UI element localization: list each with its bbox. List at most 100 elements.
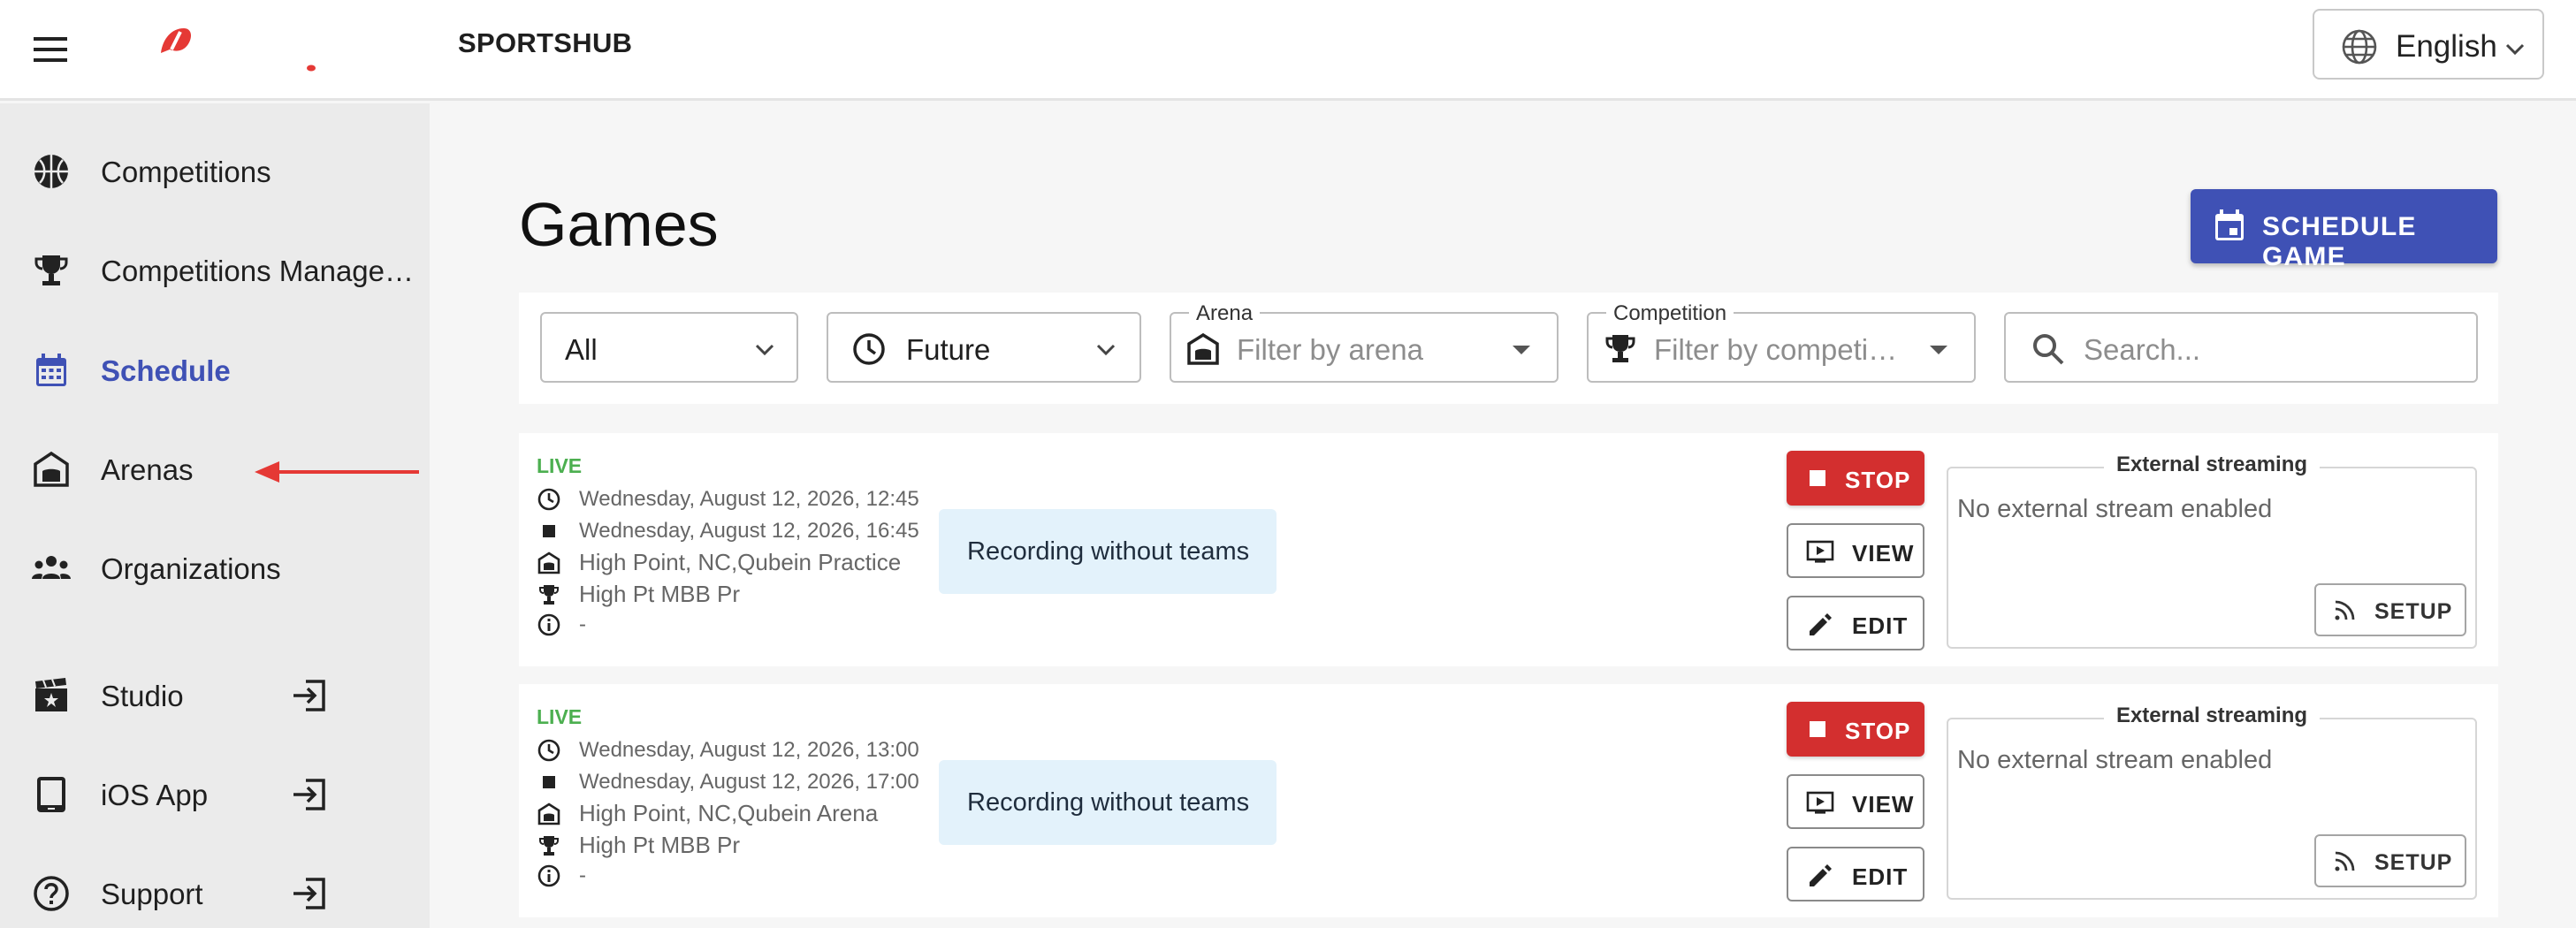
game-card: LIVE Wednesday, August 12, 2026, 13:00 W… bbox=[519, 684, 2498, 917]
view-button[interactable]: VIEW bbox=[1787, 774, 1924, 829]
language-selector[interactable]: English bbox=[2313, 9, 2544, 80]
pencil-icon bbox=[1806, 612, 1834, 636]
recording-label: Recording without teams bbox=[967, 537, 1250, 566]
start-time: Wednesday, August 12, 2026, 12:45 bbox=[579, 487, 919, 511]
live-status: LIVE bbox=[537, 705, 583, 728]
setup-button[interactable]: SETUP bbox=[2314, 583, 2466, 636]
start-time: Wednesday, August 12, 2026, 13:00 bbox=[579, 738, 919, 762]
arena-icon bbox=[537, 551, 561, 575]
competition-name: High Pt MBB Pr bbox=[579, 581, 741, 607]
sidebar-item-ios-app[interactable]: iOS App bbox=[0, 749, 430, 837]
arena-icon bbox=[1185, 331, 1221, 367]
stop-button[interactable]: STOP bbox=[1787, 451, 1924, 506]
sidebar-item-label: Studio bbox=[101, 680, 184, 712]
competition-filter-placeholder: Filter by competition bbox=[1654, 333, 1902, 366]
clock-icon bbox=[537, 487, 561, 512]
recording-chip: Recording without teams bbox=[939, 509, 1277, 594]
sidebar-item-organizations[interactable]: Organizations bbox=[0, 522, 430, 611]
sidebar-item-label: Arenas bbox=[101, 453, 194, 486]
info-text: - bbox=[579, 863, 586, 887]
schedule-game-label: SCHEDULE GAME bbox=[2262, 212, 2417, 271]
search-input[interactable]: Search... bbox=[2004, 312, 2478, 383]
stop-button[interactable]: STOP bbox=[1787, 702, 1924, 757]
edit-button[interactable]: EDIT bbox=[1787, 596, 1924, 650]
clock-icon bbox=[851, 331, 887, 367]
trophy-icon bbox=[537, 582, 561, 607]
sidebar-item-label: Schedule bbox=[101, 354, 231, 387]
type-filter-select[interactable]: All bbox=[540, 312, 798, 383]
trophy-icon bbox=[32, 251, 71, 290]
globe-icon bbox=[2341, 28, 2378, 65]
view-label: VIEW bbox=[1852, 540, 1915, 567]
stop-square-icon bbox=[537, 519, 561, 544]
menu-icon[interactable] bbox=[30, 28, 72, 71]
rss-feed-icon bbox=[2332, 598, 2357, 623]
sidebar-item-label: Support bbox=[101, 878, 203, 910]
brand-logo-mark bbox=[306, 65, 316, 72]
caret-down-icon bbox=[1928, 344, 1949, 356]
edit-label: EDIT bbox=[1852, 863, 1909, 890]
schedule-game-button[interactable]: SCHEDULE GAME bbox=[2191, 189, 2497, 271]
help-icon bbox=[32, 874, 71, 913]
stop-label: STOP bbox=[1845, 718, 1911, 744]
external-streaming-title-text: External streaming bbox=[2103, 704, 2321, 727]
setup-button[interactable]: SETUP bbox=[2314, 834, 2466, 887]
competition-name: High Pt MBB Pr bbox=[579, 832, 741, 858]
view-label: VIEW bbox=[1852, 791, 1915, 818]
arena-filter-label: Arena bbox=[1189, 301, 1261, 326]
sidebar-item-competitions-management[interactable]: Competitions Management bbox=[0, 224, 430, 313]
stop-icon bbox=[1810, 721, 1825, 737]
trophy-icon bbox=[537, 833, 561, 858]
rss-feed-icon bbox=[2332, 849, 2357, 874]
brand-logo[interactable] bbox=[154, 23, 196, 58]
live-status: LIVE bbox=[537, 454, 583, 477]
info-icon bbox=[537, 612, 561, 637]
page-title: Games bbox=[519, 190, 719, 259]
arena-name: High Point, NC,Qubein Practice bbox=[579, 549, 902, 575]
top-bar: SPORTSHUB English bbox=[0, 0, 2576, 101]
sidebar: Competitions Competitions Management Sch… bbox=[0, 103, 430, 928]
external-link-icon bbox=[290, 777, 327, 812]
view-button[interactable]: VIEW bbox=[1787, 523, 1924, 578]
edit-button[interactable]: EDIT bbox=[1787, 847, 1924, 901]
arena-filter-select[interactable]: Arena Filter by arena bbox=[1170, 301, 1559, 383]
stop-icon bbox=[1810, 470, 1825, 486]
view-stream-icon bbox=[1806, 539, 1834, 564]
sidebar-item-label: Competitions Management bbox=[101, 255, 428, 287]
trophy-icon bbox=[1603, 331, 1638, 367]
external-link-icon bbox=[290, 876, 327, 911]
setup-label: SETUP bbox=[2374, 599, 2453, 624]
caret-down-icon bbox=[1511, 344, 1532, 356]
chevron-down-icon bbox=[2502, 35, 2528, 62]
type-filter-value: All bbox=[565, 333, 598, 366]
calendar-icon bbox=[32, 351, 71, 390]
sidebar-item-label: Organizations bbox=[101, 552, 281, 585]
search-icon bbox=[2031, 331, 2066, 367]
basketball-icon bbox=[32, 152, 71, 191]
sidebar-item-arenas[interactable]: Arenas bbox=[0, 423, 430, 512]
arena-name: High Point, NC,Qubein Arena bbox=[579, 800, 879, 826]
sidebar-item-support[interactable]: Support bbox=[0, 848, 430, 928]
external-streaming-title: External streaming bbox=[1947, 704, 2477, 728]
pencil-icon bbox=[1806, 863, 1834, 887]
sidebar-item-competitions[interactable]: Competitions bbox=[0, 126, 430, 214]
external-streaming-title-text: External streaming bbox=[2103, 453, 2321, 476]
external-stream-empty-text: No external stream enabled bbox=[1957, 746, 2273, 774]
sidebar-item-label: Competitions bbox=[101, 156, 271, 188]
setup-label: SETUP bbox=[2374, 850, 2453, 875]
info-icon bbox=[537, 863, 561, 888]
sidebar-item-studio[interactable]: Studio bbox=[0, 650, 430, 738]
sidebar-item-schedule[interactable]: Schedule bbox=[0, 324, 430, 413]
competition-filter-select[interactable]: Competition Filter by competition bbox=[1587, 301, 1976, 383]
edit-label: EDIT bbox=[1852, 612, 1909, 639]
time-filter-value: Future bbox=[906, 333, 991, 366]
external-link-icon bbox=[290, 678, 327, 713]
chevron-down-icon bbox=[1092, 335, 1120, 363]
end-time: Wednesday, August 12, 2026, 16:45 bbox=[579, 519, 919, 543]
time-filter-select[interactable]: Future bbox=[827, 312, 1141, 383]
arena-icon bbox=[32, 450, 71, 489]
language-label: English bbox=[2396, 29, 2497, 64]
groups-icon bbox=[32, 549, 71, 588]
filter-bar: All Future Arena Filter by arena Competi… bbox=[519, 293, 2498, 404]
end-time: Wednesday, August 12, 2026, 17:00 bbox=[579, 770, 919, 794]
